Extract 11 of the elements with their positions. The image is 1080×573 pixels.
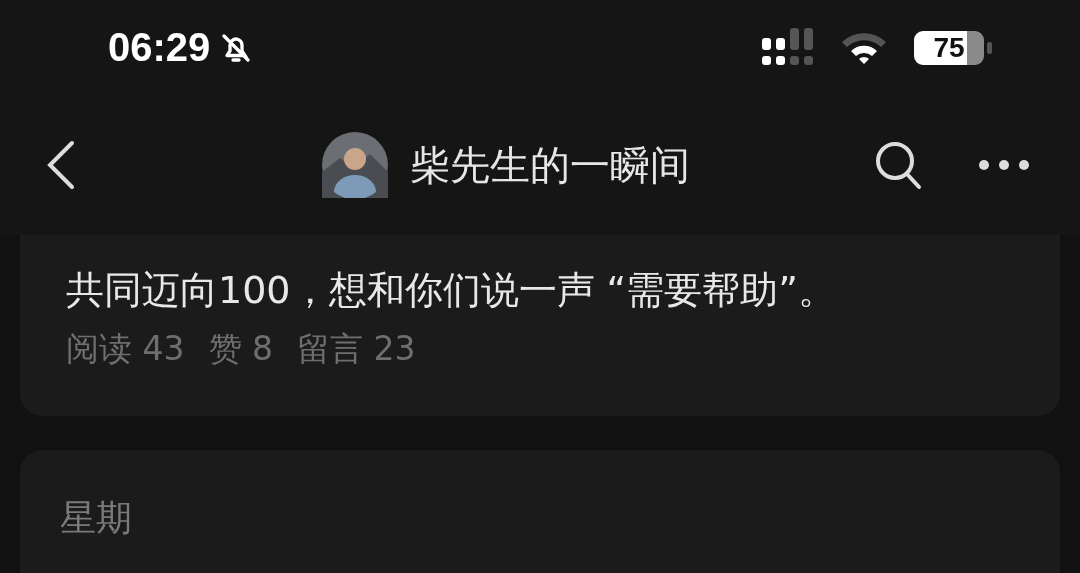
signal-icon [762, 27, 814, 68]
card-heading: 星期 [60, 497, 132, 538]
status-time: 06:29 [108, 25, 211, 70]
post-stat: 阅读 43 [66, 328, 185, 370]
post-stat: 赞 8 [208, 328, 273, 370]
avatar[interactable] [322, 132, 388, 198]
search-icon[interactable] [874, 140, 922, 190]
account-title: 柴先生的一瞬间 [410, 140, 690, 190]
post-stat: 留言 23 [297, 328, 416, 370]
more-icon[interactable] [978, 159, 1030, 171]
post-text: 共同迈向100，想和你们说一声 “需要帮助”。 [66, 267, 837, 314]
